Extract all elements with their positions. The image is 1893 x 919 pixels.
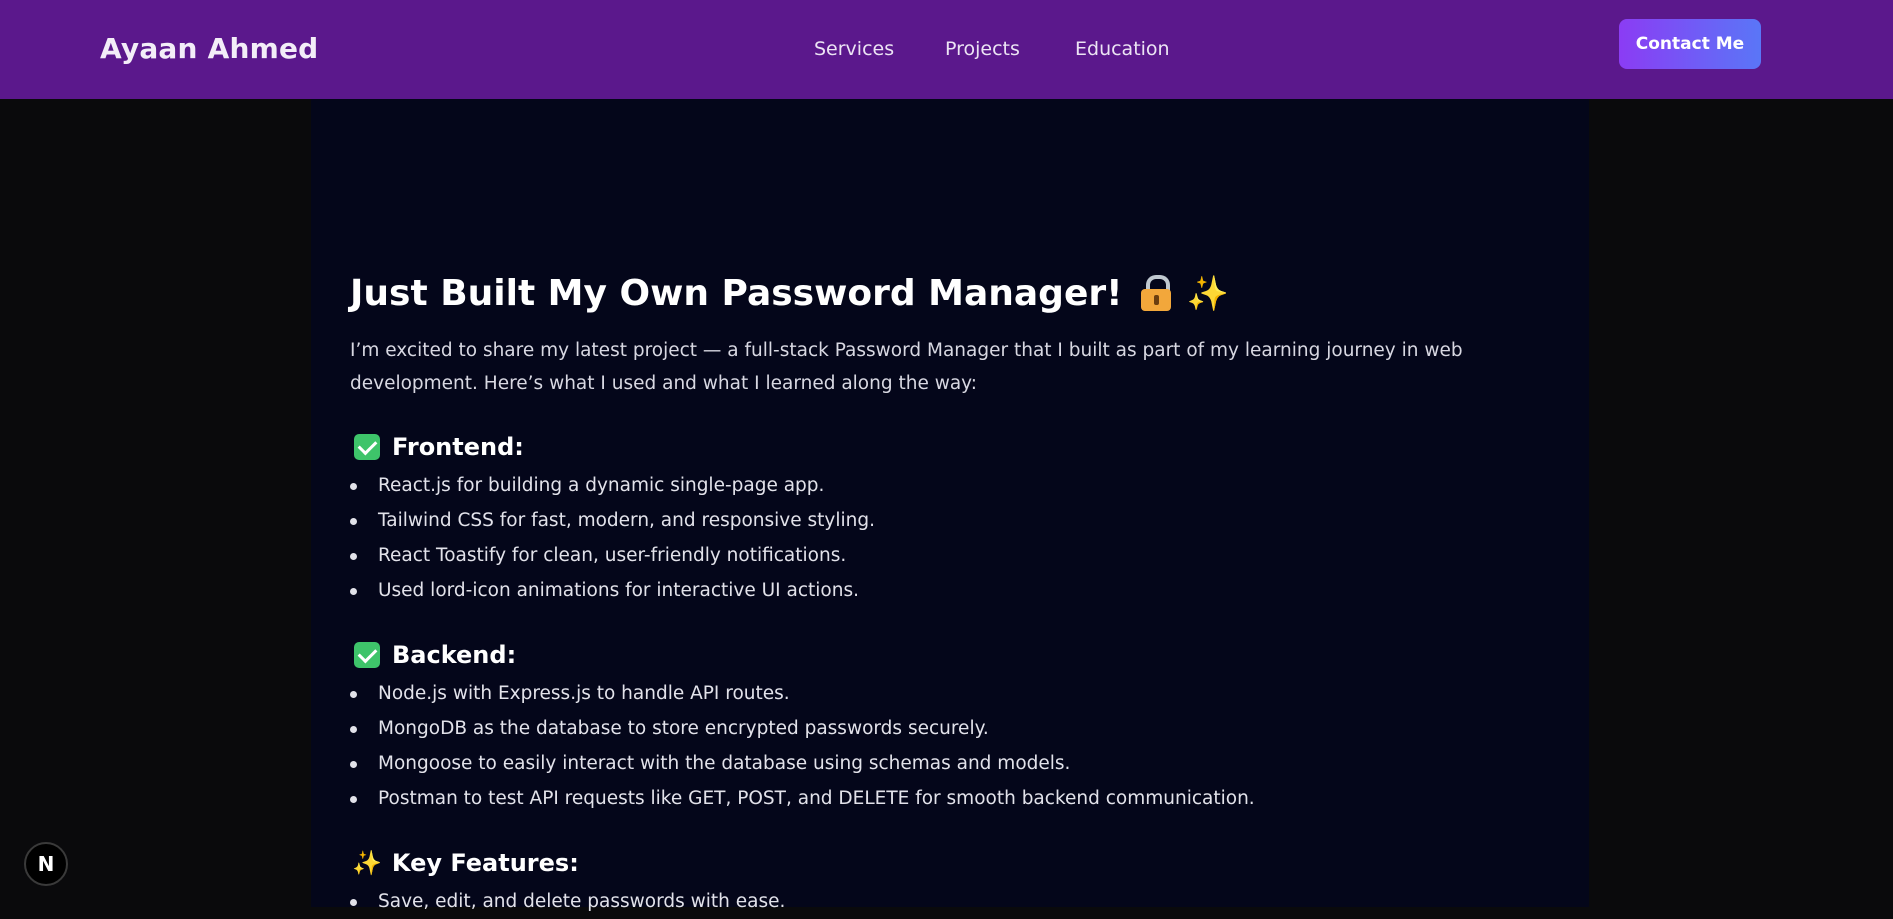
- nextjs-icon[interactable]: N: [24, 842, 68, 886]
- list-item: Save, edit, and delete passwords with ea…: [350, 884, 1550, 919]
- list-item: React.js for building a dynamic single-p…: [350, 468, 1550, 503]
- contact-me-button[interactable]: Contact Me: [1619, 19, 1761, 69]
- sparkles-icon: ✨: [352, 849, 382, 877]
- section-title-text: Frontend:: [392, 433, 524, 461]
- list-item: MongoDB as the database to store encrypt…: [350, 711, 1550, 746]
- article-intro: I’m excited to share my latest project —…: [350, 340, 1463, 394]
- section-key-features-title: ✨ Key Features:: [350, 846, 1550, 880]
- article-title-text: Just Built My Own Password Manager!: [350, 273, 1123, 314]
- backend-list: Node.js with Express.js to handle API ro…: [350, 676, 1550, 816]
- list-item: Postman to test API requests like GET, P…: [350, 781, 1550, 816]
- section-title-text: Key Features:: [391, 849, 579, 877]
- nav-projects[interactable]: Projects: [945, 38, 1020, 60]
- sparkles-icon: ✨: [1186, 274, 1229, 314]
- section-frontend-title: Frontend:: [350, 430, 1550, 464]
- list-item: Tailwind CSS for fast, modern, and respo…: [350, 503, 1550, 538]
- nav-education[interactable]: Education: [1075, 38, 1170, 60]
- nav-services[interactable]: Services: [814, 38, 894, 60]
- blog-article: Just Built My Own Password Manager! ✨ I’m…: [350, 270, 1550, 919]
- section-title-text: Backend:: [392, 641, 517, 669]
- key-features-list: Save, edit, and delete passwords with ea…: [350, 884, 1550, 919]
- check-icon: [354, 642, 380, 668]
- brand-name[interactable]: Ayaan Ahmed: [100, 32, 318, 65]
- section-backend-title: Backend:: [350, 638, 1550, 672]
- lock-icon: [1140, 275, 1171, 311]
- list-item: Mongoose to easily interact with the dat…: [350, 746, 1550, 781]
- frontend-list: React.js for building a dynamic single-p…: [350, 468, 1550, 608]
- article-title: Just Built My Own Password Manager! ✨: [350, 270, 1550, 318]
- list-item: Node.js with Express.js to handle API ro…: [350, 676, 1550, 711]
- top-navbar: Ayaan Ahmed Services Projects Education …: [0, 0, 1893, 99]
- list-item: React Toastify for clean, user-friendly …: [350, 538, 1550, 573]
- list-item: Used lord-icon animations for interactiv…: [350, 573, 1550, 608]
- check-icon: [354, 434, 380, 460]
